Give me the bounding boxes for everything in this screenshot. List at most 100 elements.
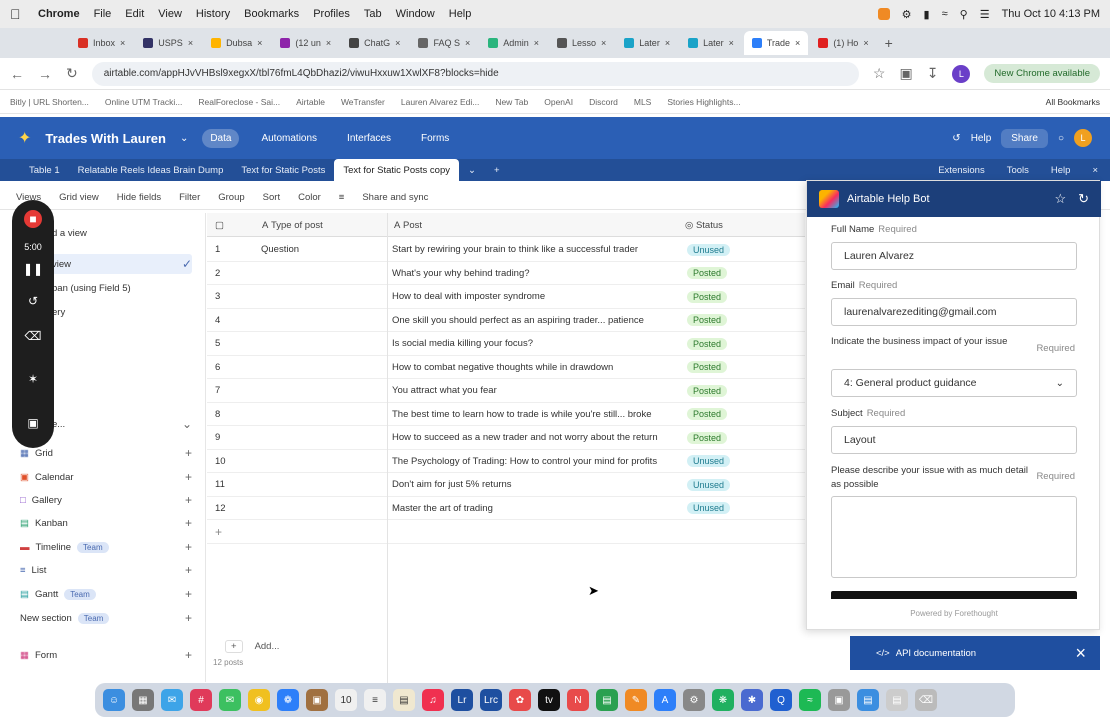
add-table-icon[interactable]: + (485, 159, 509, 181)
photos-icon[interactable]: ✿ (509, 689, 531, 711)
cell-post[interactable]: How to deal with imposter syndrome (392, 285, 677, 308)
browser-tab[interactable]: Lesso × (549, 31, 614, 55)
create-gallery[interactable]: □ Gallery + (20, 490, 192, 510)
cell-type-of-post[interactable] (261, 426, 381, 449)
stop-record-icon[interactable]: ■ (24, 210, 42, 228)
browser-tab[interactable]: (1) Ho × (810, 31, 876, 55)
nav-forms[interactable]: Forms (413, 129, 457, 148)
reload-icon[interactable]: ↻ (66, 65, 78, 82)
cell-status[interactable]: Posted (687, 426, 797, 449)
slack-icon[interactable]: # (190, 689, 212, 711)
table-row[interactable]: 4 One skill you should perfect as an aspi… (207, 309, 805, 332)
api-documentation-link[interactable]: API documentation (896, 648, 976, 659)
trash-icon[interactable]: ⌫ (915, 689, 937, 711)
cell-post[interactable]: The Psychology of Trading: How to contro… (392, 450, 677, 473)
cell-type-of-post[interactable] (261, 285, 381, 308)
table-row[interactable]: 6 How to combat negative thoughts while i… (207, 356, 805, 379)
lightroom-icon[interactable]: Lr (451, 689, 473, 711)
create-section[interactable]: e... ⌄ (52, 414, 192, 434)
cell-post[interactable]: How to succeed as a new trader and not w… (392, 426, 677, 449)
close-icon[interactable]: × (465, 38, 470, 48)
view-gallery[interactable]: ery (52, 302, 224, 322)
cell-status[interactable]: Posted (687, 356, 797, 379)
microphone-icon[interactable] (877, 8, 890, 20)
view-grid-selected[interactable]: view ✓ (52, 254, 192, 274)
cell-type-of-post[interactable]: Question (261, 238, 381, 261)
send-button[interactable] (831, 591, 1077, 599)
browser-tab[interactable]: (12 un × (272, 31, 339, 55)
avatar[interactable]: L (1074, 129, 1092, 147)
browser-tab[interactable]: Later × (616, 31, 678, 55)
cell-status[interactable]: Posted (687, 332, 797, 355)
close-icon[interactable]: × (1075, 643, 1086, 664)
notifications-icon[interactable]: ○ (1058, 133, 1064, 144)
menu-history[interactable]: History (196, 8, 230, 20)
bookmark[interactable]: Airtable (296, 97, 325, 107)
close-icon[interactable]: × (326, 38, 331, 48)
bookmark[interactable]: Online UTM Tracki... (105, 97, 182, 107)
nav-data[interactable]: Data (202, 128, 240, 148)
table-row[interactable]: 10 The Psychology of Trading: How to cont… (207, 450, 805, 473)
base-name[interactable]: Trades With Lauren (45, 131, 166, 146)
email-field[interactable]: laurenalvarezediting@gmail.com (831, 298, 1077, 326)
color-button[interactable]: Color (298, 192, 321, 203)
grid-view-button[interactable]: Grid view (59, 192, 99, 203)
refresh-icon[interactable]: ↻ (1078, 191, 1089, 207)
cell-type-of-post[interactable] (261, 356, 381, 379)
view-kanban[interactable]: ban (using Field 5) (52, 278, 224, 298)
row-number[interactable]: 1 (215, 238, 239, 261)
cell-type-of-post[interactable] (261, 332, 381, 355)
extensions-icon[interactable]: ▣ (899, 65, 912, 82)
trash-icon[interactable]: ⌫ (24, 327, 42, 345)
menu-window[interactable]: Window (396, 8, 435, 20)
menu-help[interactable]: Help (449, 8, 472, 20)
apple-tv-icon[interactable]: tv (538, 689, 560, 711)
close-icon[interactable]: × (257, 38, 262, 48)
add-record-button[interactable]: + (225, 639, 243, 653)
wifi-icon[interactable]: ≈ (942, 8, 948, 20)
hide-fields-button[interactable]: Hide fields (117, 192, 161, 203)
close-icon[interactable]: × (395, 38, 400, 48)
app-name[interactable]: Chrome (38, 8, 80, 20)
cell-post[interactable]: The best time to learn how to trade is w… (392, 403, 677, 426)
preview-icon[interactable]: ▣ (828, 689, 850, 711)
menu-tab[interactable]: Tab (364, 8, 382, 20)
table-row[interactable]: 3 How to deal with imposter syndrome Poste… (207, 285, 805, 309)
bookmark[interactable]: New Tab (495, 97, 528, 107)
bookmark[interactable]: MLS (634, 97, 651, 107)
lightroom-classic-icon[interactable]: Lrc (480, 689, 502, 711)
menu-view[interactable]: View (158, 8, 182, 20)
nav-interfaces[interactable]: Interfaces (339, 129, 399, 148)
battery-icon[interactable]: ▮ (924, 8, 930, 21)
close-icon[interactable]: × (795, 38, 800, 48)
browser-tab[interactable]: Later × (680, 31, 742, 55)
table-row[interactable]: 9 How to succeed as a new trader and not … (207, 426, 805, 450)
row-number[interactable]: 5 (215, 332, 239, 355)
close-icon[interactable]: × (1092, 165, 1098, 176)
settings-icon[interactable]: ⚙ (902, 8, 912, 21)
cell-post[interactable]: Start by rewiring your brain to think li… (392, 238, 677, 261)
column-status[interactable]: ◎ Status (685, 213, 795, 237)
browser-tab-active[interactable]: Trade × (743, 31, 809, 55)
row-number[interactable]: 8 (215, 403, 239, 426)
forward-icon[interactable]: → (38, 66, 52, 82)
music-icon[interactable]: ♫ (422, 689, 444, 711)
cell-type-of-post[interactable] (261, 309, 381, 332)
finder-icon[interactable]: ☺ (103, 689, 125, 711)
cell-status[interactable]: Unused (687, 238, 797, 261)
cell-type-of-post[interactable] (261, 379, 381, 402)
app-icon[interactable]: ▣ (306, 689, 328, 711)
pages-icon[interactable]: ✎ (625, 689, 647, 711)
sort-button[interactable]: Sort (263, 192, 280, 203)
row-number[interactable]: 2 (215, 262, 239, 285)
menu-bookmarks[interactable]: Bookmarks (244, 8, 299, 20)
cell-post[interactable]: What's your why behind trading? (392, 262, 677, 285)
messages-icon[interactable]: ✉ (219, 689, 241, 711)
cell-status[interactable]: Unused (687, 473, 797, 496)
cell-status[interactable]: Unused (687, 497, 797, 520)
effects-icon[interactable]: ✶ (24, 370, 42, 388)
cell-status[interactable]: Posted (687, 403, 797, 426)
cell-post[interactable]: Master the art of trading (392, 497, 677, 520)
table-row[interactable]: 2 What's your why behind trading? Posted (207, 262, 805, 285)
share-button[interactable]: Share (1001, 128, 1048, 148)
